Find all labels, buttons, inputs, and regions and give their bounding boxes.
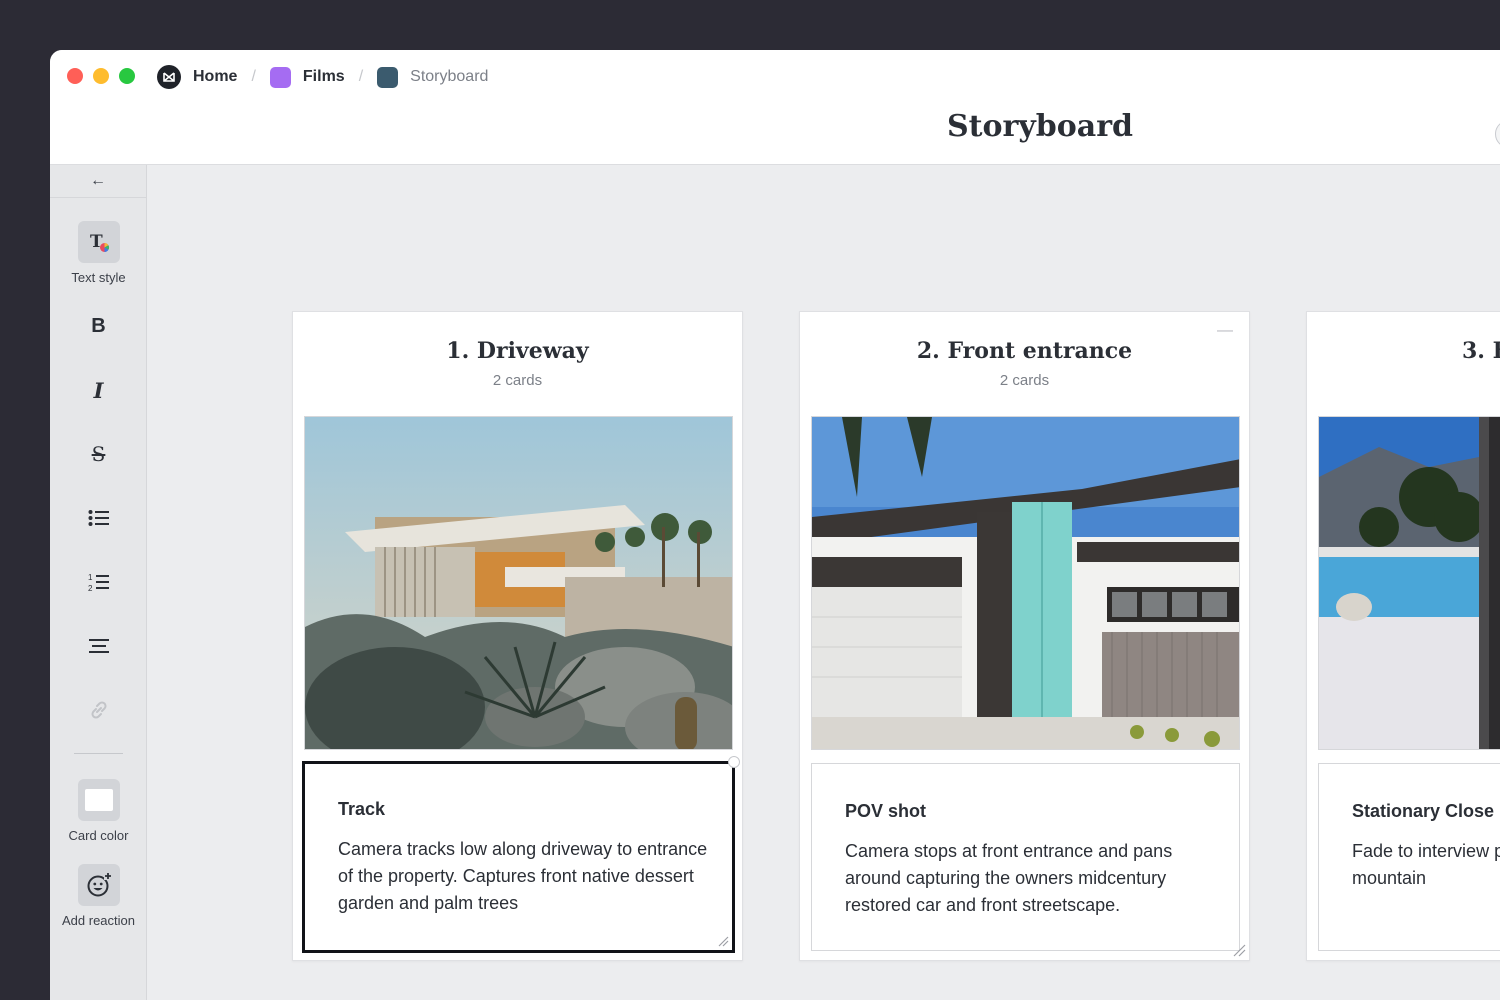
numbered-list-digit: 2: [88, 584, 93, 592]
strikethrough-glyph: S: [91, 442, 106, 466]
bold-icon: B: [78, 305, 120, 347]
text-style-button[interactable]: T: [77, 221, 120, 263]
add-reaction-tool[interactable]: Add reaction: [50, 864, 147, 928]
card-title[interactable]: Stationary Close: [1352, 801, 1494, 822]
storyboard-card[interactable]: Track Camera tracks low along driveway t…: [302, 756, 740, 953]
bold-tool[interactable]: B: [50, 305, 147, 347]
storyboard-card[interactable]: Stationary Close Fade to interview pool …: [1318, 763, 1500, 951]
text-style-tool[interactable]: T Text style: [50, 221, 147, 285]
link-icon: [78, 689, 120, 731]
breadcrumb-label: Films: [302, 68, 345, 85]
breadcrumb-separator: /: [358, 68, 364, 85]
resize-handle-icon[interactable]: [717, 935, 729, 947]
breadcrumb-label: Storyboard: [410, 68, 489, 85]
strikethrough-icon: S: [78, 433, 120, 475]
breadcrumb: Home / Films / Storyboard: [157, 65, 488, 89]
color-swatch-icon: [84, 789, 113, 811]
link-tool[interactable]: [50, 689, 147, 731]
strikethrough-tool[interactable]: S: [50, 433, 147, 475]
tool-label: Card color: [68, 828, 129, 843]
align-center-icon: [78, 625, 120, 667]
formatting-sidebar: ← T Text style B I S 1 2 Card color Add …: [50, 165, 147, 1000]
breadcrumb-separator: /: [251, 68, 256, 85]
italic-tool[interactable]: I: [50, 369, 147, 411]
breadcrumb-films[interactable]: Films: [269, 66, 345, 88]
slate-square-icon: [377, 66, 399, 88]
storyboard-card[interactable]: POV shot Camera stops at front entrance …: [811, 763, 1240, 951]
breadcrumb-label: Home: [193, 68, 238, 85]
pool-photo[interactable]: [1318, 416, 1500, 750]
card-color-tool[interactable]: Card color: [50, 779, 147, 843]
board-column[interactable]: 1. Driveway 2 cards Track Camera tracks …: [292, 311, 743, 961]
card-title[interactable]: POV shot: [845, 801, 926, 822]
connector-handle[interactable]: [728, 756, 740, 768]
tool-label: Text style: [71, 270, 126, 285]
page-title: Storyboard: [947, 109, 1133, 144]
italic-icon: I: [78, 369, 120, 411]
driveway-photo[interactable]: [304, 416, 733, 750]
smiley-plus-icon: [87, 872, 112, 897]
resize-handle-icon[interactable]: [1232, 943, 1246, 957]
top-bar: Storyboard Home / Films / Storyboard: [50, 50, 1500, 165]
add-reaction-button[interactable]: [77, 864, 120, 906]
card-text[interactable]: Camera tracks low along driveway to entr…: [338, 836, 708, 917]
breadcrumb-home[interactable]: Home: [157, 65, 237, 89]
card-text[interactable]: Fade to interview pool and entertai Jaci…: [1352, 838, 1500, 892]
card-text[interactable]: Camera stops at front entrance and pans …: [845, 838, 1215, 919]
board-column[interactable]: — 2. Front entrance 2 cards POV shot Cam…: [799, 311, 1250, 961]
align-tool[interactable]: [50, 625, 147, 667]
card-title[interactable]: Track: [338, 799, 385, 820]
column-title[interactable]: 1. Driveway: [293, 338, 742, 364]
app-window: Storyboard Home / Films / Storyboard ← T…: [50, 50, 1500, 1000]
text-style-icon: T: [90, 232, 109, 253]
front-entrance-photo[interactable]: [811, 416, 1240, 750]
purple-square-icon: [269, 66, 291, 88]
arrow-left-icon: ←: [90, 172, 106, 189]
home-logo-icon: [157, 65, 181, 89]
breadcrumb-storyboard[interactable]: Storyboard: [377, 66, 489, 88]
numbered-list-icon: 1 2: [78, 561, 120, 603]
board-column[interactable]: 3. B Stationary Close Fade to interview …: [1306, 311, 1500, 961]
column-title[interactable]: 2. Front entrance: [800, 338, 1249, 364]
italic-glyph: I: [93, 377, 104, 403]
card-color-button[interactable]: [77, 779, 120, 821]
column-card-count: 2 cards: [999, 372, 1050, 389]
bullet-list-icon: [78, 497, 120, 539]
bold-glyph: B: [91, 314, 106, 337]
column-title[interactable]: 3. B: [1462, 338, 1500, 364]
tool-label: Add reaction: [62, 913, 135, 928]
sidebar-divider: [74, 753, 123, 754]
bullet-list-tool[interactable]: [50, 497, 147, 539]
numbered-list-digit: 1: [88, 573, 93, 582]
numbered-list-tool[interactable]: 1 2: [50, 561, 147, 603]
column-card-count: 2 cards: [492, 372, 543, 389]
collapse-sidebar-button[interactable]: ←: [50, 165, 146, 198]
